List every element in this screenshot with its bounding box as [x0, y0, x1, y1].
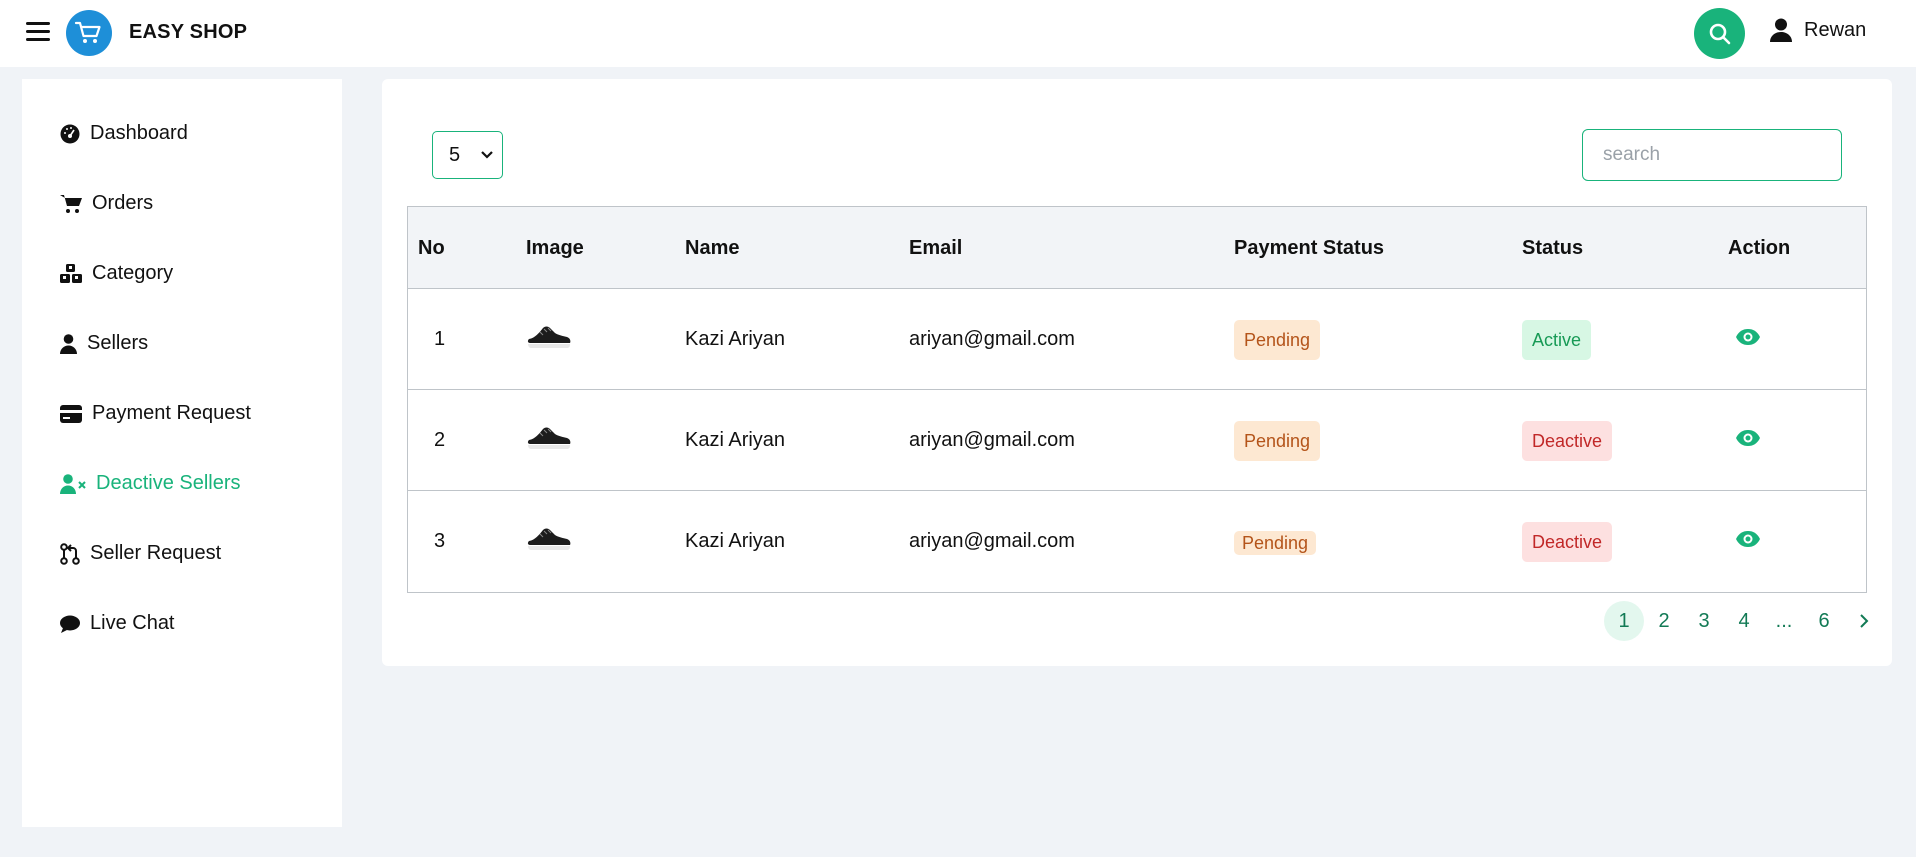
- main-panel: 5 No Image Name Email Payment Status Sta…: [382, 79, 1892, 666]
- status-badge: Deactive: [1522, 522, 1613, 562]
- status-badge: Deactive: [1522, 421, 1613, 461]
- chevron-down-icon: [481, 151, 493, 159]
- sidebar-item-label: Seller Request: [90, 542, 222, 564]
- row-number: 1: [434, 328, 446, 350]
- dashboard-icon: [60, 124, 80, 143]
- menu-icon[interactable]: [26, 22, 50, 42]
- cubes-icon: [60, 263, 82, 283]
- user-icon: [1770, 18, 1792, 42]
- shoe-thumbnail-image: [527, 326, 571, 348]
- cart-icon: [60, 194, 82, 213]
- row-number: 2: [434, 429, 446, 451]
- seller-name: Kazi Ariyan: [685, 530, 786, 552]
- sellers-table: No Image Name Email Payment Status Statu…: [407, 206, 1867, 593]
- sidebar: Dashboard Orders Category Sellers Paymen…: [22, 79, 342, 827]
- sidebar-item-label: Live Chat: [90, 612, 175, 634]
- search-input[interactable]: [1582, 129, 1842, 181]
- column-header-no: No: [418, 237, 445, 259]
- credit-card-icon: [60, 404, 82, 423]
- user-menu[interactable]: Rewan: [1770, 18, 1866, 42]
- user-x-icon: [60, 473, 86, 494]
- seller-email: ariyan@gmail.com: [909, 328, 1075, 350]
- sidebar-item-label: Orders: [92, 192, 154, 214]
- table-row: 2 Kazi Ariyan ariyan@gmail.com Pending D…: [408, 390, 1866, 491]
- page-ellipsis: ...: [1775, 609, 1793, 632]
- sidebar-item-seller-request[interactable]: Seller Request: [60, 542, 221, 565]
- page-button-4[interactable]: 4: [1724, 601, 1764, 641]
- user-name: Rewan: [1804, 18, 1867, 41]
- status-badge: Active: [1522, 320, 1592, 360]
- page-size-value: 5: [449, 143, 461, 166]
- search-icon: [1709, 23, 1730, 44]
- column-header-action: Action: [1728, 237, 1791, 259]
- sidebar-item-label: Sellers: [87, 332, 149, 354]
- view-eye-icon[interactable]: [1735, 429, 1761, 447]
- header-search-button[interactable]: [1694, 8, 1745, 59]
- seller-email: ariyan@gmail.com: [909, 530, 1075, 552]
- column-header-email: Email: [909, 237, 963, 259]
- payment-status-badge: Pending: [1234, 320, 1321, 360]
- seller-email: ariyan@gmail.com: [909, 429, 1075, 451]
- row-number: 3: [434, 530, 446, 552]
- sidebar-item-dashboard[interactable]: Dashboard: [60, 122, 188, 145]
- seller-name: Kazi Ariyan: [685, 429, 786, 451]
- shoe-thumbnail-image: [527, 427, 571, 449]
- view-eye-icon[interactable]: [1735, 530, 1761, 548]
- sidebar-item-category[interactable]: Category: [60, 262, 173, 285]
- table-row: 3 Kazi Ariyan ariyan@gmail.com Pending D…: [408, 491, 1866, 592]
- payment-status-badge: Pending: [1234, 421, 1321, 461]
- sidebar-item-label: Payment Request: [92, 402, 251, 424]
- page-button-6[interactable]: 6: [1804, 601, 1844, 641]
- page-button-1[interactable]: 1: [1604, 601, 1644, 641]
- table-header: No Image Name Email Payment Status Statu…: [408, 207, 1866, 289]
- chat-icon: [60, 615, 80, 633]
- next-page-button[interactable]: [1844, 601, 1884, 641]
- sidebar-item-live-chat[interactable]: Live Chat: [60, 612, 175, 635]
- payment-status-badge: Pending: [1234, 531, 1317, 555]
- seller-name: Kazi Ariyan: [685, 328, 786, 350]
- sidebar-item-label: Category: [92, 262, 174, 284]
- sidebar-item-label: Deactive Sellers: [96, 472, 241, 494]
- column-header-status: Status: [1522, 237, 1584, 259]
- sidebar-item-label: Dashboard: [90, 122, 188, 144]
- sidebar-item-sellers[interactable]: Sellers: [60, 332, 148, 355]
- page-size-select[interactable]: 5: [432, 131, 503, 179]
- column-header-payment-status: Payment Status: [1234, 237, 1385, 259]
- shoe-thumbnail-image: [527, 528, 571, 550]
- sidebar-item-payment-request[interactable]: Payment Request: [60, 402, 251, 425]
- page-button-3[interactable]: 3: [1684, 601, 1724, 641]
- git-pull-request-icon: [60, 542, 80, 565]
- cart-logo-icon: [66, 10, 112, 56]
- sidebar-item-deactive-sellers[interactable]: Deactive Sellers: [60, 472, 241, 495]
- view-eye-icon[interactable]: [1735, 328, 1761, 346]
- page-button-2[interactable]: 2: [1644, 601, 1684, 641]
- sidebar-item-orders[interactable]: Orders: [60, 192, 153, 215]
- column-header-name: Name: [685, 237, 740, 259]
- column-header-image: Image: [526, 237, 584, 259]
- user-icon: [60, 333, 77, 354]
- chevron-right-icon: [1860, 614, 1869, 628]
- brand-name: EASY SHOP: [129, 21, 248, 43]
- pagination: 1 2 3 4 ... 6: [1604, 601, 1884, 641]
- top-header: EASY SHOP Rewan: [0, 0, 1916, 67]
- table-row: 1 Kazi Ariyan ariyan@gmail.com Pending A…: [408, 289, 1866, 390]
